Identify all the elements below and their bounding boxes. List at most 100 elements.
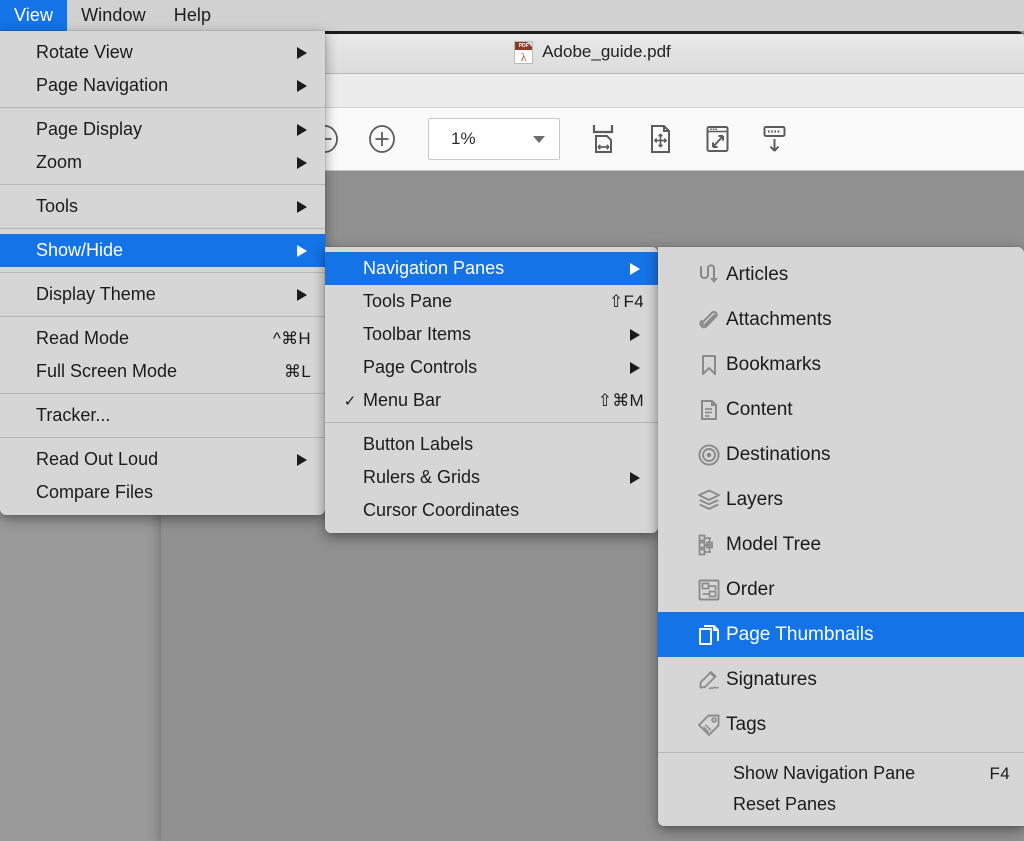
content-document-icon [692,397,726,423]
menu-item-content[interactable]: Content [658,387,1024,432]
menu-item-label: Articles [726,263,789,285]
paperclip-icon [692,307,726,333]
submenu-arrow-icon [297,453,307,466]
menu-item-order[interactable]: Order [658,567,1024,612]
menu-item-cursor-coordinates[interactable]: Cursor Coordinates [325,494,658,527]
show-hide-submenu-panel: Navigation Panes Tools Pane ⇧F4 Toolbar … [325,247,658,533]
menu-item-label: Tags [726,713,767,735]
articles-icon [692,262,726,288]
page-down-icon [763,126,785,152]
menubar-item-view[interactable]: View [0,0,68,31]
menu-item-tracker[interactable]: Tracker... [0,399,325,432]
menu-item-articles[interactable]: Articles [658,252,1024,297]
menu-item-label: Menu Bar [363,390,442,410]
submenu-arrow-icon [297,46,307,59]
submenu-arrow-icon [297,123,307,136]
menu-item-label: Full Screen Mode [36,361,178,381]
pdf-acrobat-glyph: λ [520,49,527,64]
menu-item-show-navigation-pane[interactable]: Show Navigation Pane F4 [658,758,1024,789]
menu-item-compare-files[interactable]: Compare Files [0,476,325,509]
menu-item-full-screen-mode[interactable]: Full Screen Mode ⌘L [0,355,325,388]
menu-item-reset-panes[interactable]: Reset Panes [658,789,1024,820]
menu-item-read-out-loud[interactable]: Read Out Loud [0,443,325,476]
menubar-item-view-label: View [14,5,54,25]
tag-icon [692,712,726,738]
zoom-level-value: 1% [451,129,476,148]
fit-visible-button[interactable] [631,114,688,164]
pdf-file-icon: PDF λ [514,40,534,64]
menu-item-tools[interactable]: Tools [0,190,325,223]
menu-item-label: Read Out Loud [36,449,159,469]
menu-item-label: Reset Panes [733,794,837,814]
fit-visible-icon [650,125,670,153]
menu-item-rotate-view[interactable]: Rotate View [0,36,325,69]
menu-item-label: Show Navigation Pane [733,763,916,783]
menu-item-read-mode[interactable]: Read Mode ^⌘H [0,322,325,355]
pdf-corner-fold [527,41,533,47]
window-title-group: PDF λ Adobe_guide.pdf [514,40,671,64]
menu-item-bookmarks[interactable]: Bookmarks [658,342,1024,387]
menu-item-label: Order [726,578,775,600]
menu-item-shortcut: ^⌘H [272,328,311,348]
zoom-in-button[interactable] [353,114,410,164]
menu-item-label: Tools Pane [363,291,453,311]
menu-item-label: Show/Hide [36,240,124,260]
menu-item-zoom[interactable]: Zoom [0,146,325,179]
submenu-arrow-icon [297,288,307,301]
model-tree-icon [692,532,726,558]
menu-item-navigation-panes[interactable]: Navigation Panes [325,252,658,285]
window-title: Adobe_guide.pdf [542,42,671,61]
scroll-down-button[interactable] [745,114,802,164]
layers-icon [692,487,726,513]
menu-item-rulers-grids[interactable]: Rulers & Grids [325,461,658,494]
menubar-item-help-label: Help [173,5,212,25]
menu-item-show-hide[interactable]: Show/Hide [0,234,325,267]
menu-item-button-labels[interactable]: Button Labels [325,428,658,461]
menu-separator [0,272,325,273]
menu-item-shortcut: ⇧⌘M [597,390,644,410]
menu-item-label: Rotate View [36,42,133,62]
menu-item-label: Button Labels [363,434,474,454]
menu-item-tags[interactable]: Tags [658,702,1024,747]
menu-item-page-display[interactable]: Page Display [0,113,325,146]
submenu-arrow-icon [630,361,640,374]
navigation-panes-submenu-panel: Articles Attachments Bookmarks Content D… [658,247,1024,826]
menu-bar: View Window Help [0,0,1024,31]
menu-item-attachments[interactable]: Attachments [658,297,1024,342]
fullscreen-button[interactable] [688,114,745,164]
menu-item-page-navigation[interactable]: Page Navigation [0,69,325,102]
menu-item-label: Signatures [726,668,817,690]
menu-separator [0,393,325,394]
menu-separator [0,437,325,438]
menu-item-display-theme[interactable]: Display Theme [0,278,325,311]
submenu-arrow-icon [297,79,307,92]
zoom-level-combobox[interactable]: 1% [428,118,560,160]
menu-item-label: Compare Files [36,482,154,502]
menu-item-menu-bar[interactable]: ✓ Menu Bar ⇧⌘M [325,384,658,417]
menu-separator [0,228,325,229]
menu-item-label: Page Controls [363,357,478,377]
menu-item-shortcut: F4 [989,763,1010,783]
signature-pen-icon [692,667,726,693]
menu-item-layers[interactable]: Layers [658,477,1024,522]
expand-arrows-icon [706,126,728,152]
view-menu-panel: Rotate View Page Navigation Page Display… [0,31,325,515]
menu-item-label: Model Tree [726,533,822,555]
menu-item-tools-pane[interactable]: Tools Pane ⇧F4 [325,285,658,318]
menu-item-shortcut: ⌘L [283,361,311,381]
submenu-arrow-icon [297,244,307,257]
menu-item-label: Page Navigation [36,75,169,95]
menubar-item-window[interactable]: Window [67,0,160,31]
screen-root: PDF λ Adobe_guide.pdf 1% View Window Hel… [0,0,1024,841]
chevron-down-icon[interactable] [533,135,545,143]
menu-item-signatures[interactable]: Signatures [658,657,1024,702]
menu-item-model-tree[interactable]: Model Tree [658,522,1024,567]
menu-item-label: Tracker... [36,405,111,425]
fit-width-button[interactable] [574,114,631,164]
menu-item-toolbar-items[interactable]: Toolbar Items [325,318,658,351]
menu-item-page-controls[interactable]: Page Controls [325,351,658,384]
menu-item-page-thumbnails[interactable]: Page Thumbnails [658,612,1024,657]
fit-page-width-icon [592,125,613,153]
menu-item-destinations[interactable]: Destinations [658,432,1024,477]
menubar-item-help[interactable]: Help [160,0,225,31]
